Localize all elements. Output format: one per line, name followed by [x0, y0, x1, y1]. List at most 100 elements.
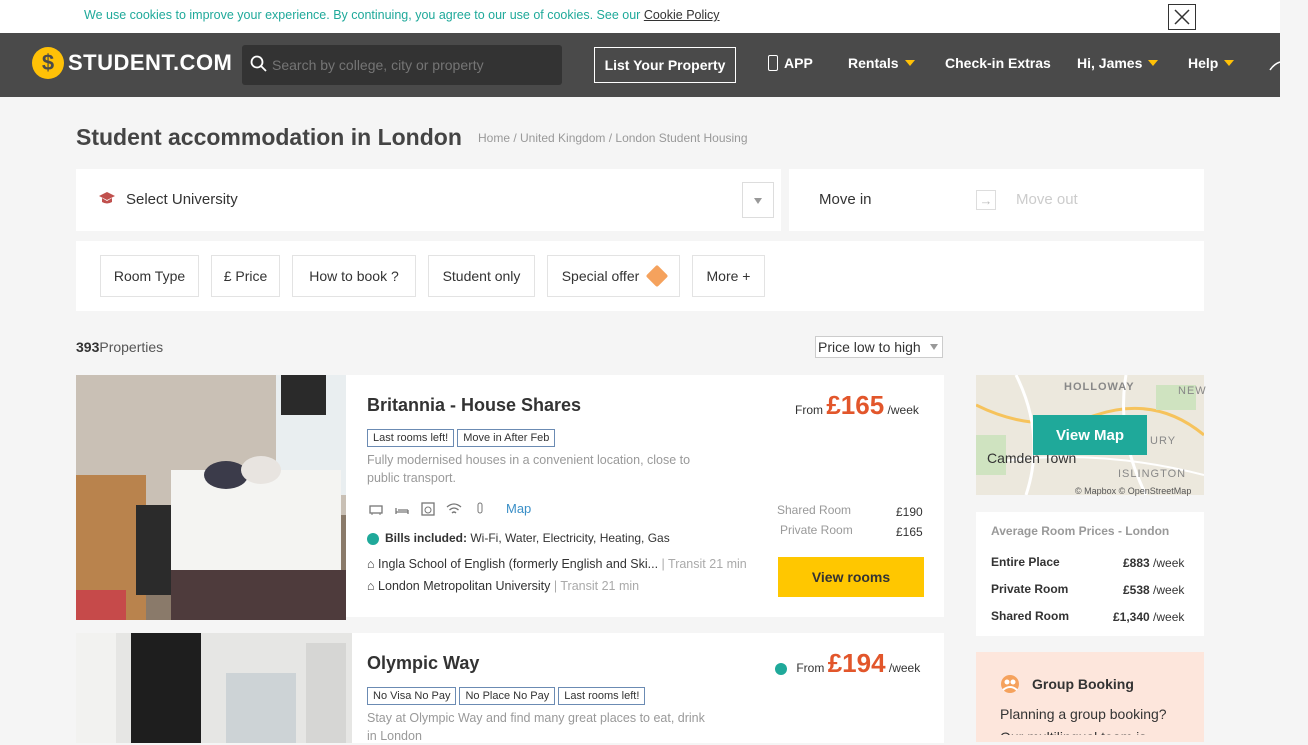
- site-logo[interactable]: $ STUDENT.COM: [32, 47, 232, 79]
- bills-included: Bills included: Wi-Fi, Water, Electricit…: [367, 531, 670, 545]
- tag-icon: [645, 264, 669, 288]
- badge: No Place No Pay: [459, 687, 556, 705]
- avg-room-type: Private Room: [991, 582, 1069, 596]
- bed-icon: [395, 508, 409, 514]
- rentals-menu[interactable]: Rentals: [848, 55, 915, 71]
- bedroom-photo: [76, 375, 346, 620]
- per-week: /week: [887, 403, 919, 417]
- group-booking-text: Our multilingual team is: [1000, 729, 1146, 735]
- close-icon: [1174, 9, 1190, 25]
- price-value: £165: [826, 390, 885, 420]
- list-property-button[interactable]: List Your Property: [594, 47, 736, 83]
- school-transit: ⌂ London Metropolitan University | Trans…: [367, 579, 639, 593]
- group-booking-question: Planning a group booking?: [1000, 706, 1167, 722]
- price-filter[interactable]: £ Price: [211, 255, 280, 297]
- checkin-label: Check-in Extras: [945, 55, 1051, 71]
- property-count: 393Properties: [76, 339, 163, 355]
- group-icon: [1001, 675, 1019, 693]
- sort-label: Price low to high: [818, 339, 921, 355]
- school-name: London Metropolitan University: [378, 579, 551, 593]
- avg-price-value: £538: [1123, 583, 1150, 597]
- school-transit: ⌂ Ingla School of English (formerly Engl…: [367, 557, 747, 571]
- offer-icon: [775, 662, 787, 675]
- cookie-policy-link[interactable]: Cookie Policy: [644, 8, 720, 22]
- badge: Last rooms left!: [558, 687, 646, 705]
- badge: Last rooms left!: [367, 429, 455, 447]
- badge-list: No Visa No Pay No Place No Pay Last rooms …: [367, 686, 648, 705]
- price-from: From £194 /week: [775, 648, 920, 679]
- map-attribution[interactable]: © Mapbox © OpenStreetMap: [1075, 486, 1191, 496]
- chevron-down-icon: [930, 344, 938, 350]
- property-description: Fully modernised houses in a convenient …: [367, 453, 691, 485]
- logo-icon: $: [32, 47, 64, 79]
- property-name[interactable]: Britannia - House Shares: [367, 395, 581, 416]
- user-menu[interactable]: Hi, James: [1077, 55, 1159, 71]
- property-photo[interactable]: [76, 375, 346, 620]
- avg-room-type: Shared Room: [991, 609, 1070, 623]
- cookie-close-button[interactable]: [1168, 4, 1196, 30]
- room-type-filter[interactable]: Room Type: [100, 255, 199, 297]
- from-label: From: [795, 403, 823, 417]
- thermometer-icon: [477, 502, 483, 514]
- group-booking-title: Group Booking: [1032, 676, 1134, 692]
- view-rooms-button[interactable]: View rooms: [778, 557, 924, 597]
- badge-list: Last rooms left! Move in After Feb: [367, 428, 558, 447]
- bills-list: Wi-Fi, Water, Electricity, Heating, Gas: [470, 531, 670, 545]
- app-link[interactable]: APP: [768, 55, 813, 71]
- washer-icon: [421, 502, 435, 516]
- search-input[interactable]: [272, 54, 504, 76]
- graduation-cap-icon: [99, 192, 115, 204]
- property-name[interactable]: Olympic Way: [367, 653, 479, 674]
- help-menu[interactable]: Help: [1188, 55, 1235, 71]
- view-map-button[interactable]: View Map: [1033, 415, 1147, 455]
- per-week: /week: [1153, 583, 1185, 597]
- university-dropdown[interactable]: [742, 182, 774, 218]
- room-price: £190: [896, 505, 923, 519]
- price-value: £194: [827, 648, 886, 678]
- user-label: Hi, James: [1077, 55, 1143, 71]
- chevron-down-icon: [1224, 60, 1235, 66]
- school-name: Ingla School of English (formerly Englis…: [378, 557, 659, 571]
- graduation-cap-icon: ⌂: [367, 557, 375, 571]
- property-photo[interactable]: [76, 633, 352, 743]
- rentals-label: Rentals: [848, 55, 899, 71]
- graduation-cap-icon: ⌂: [367, 579, 375, 593]
- special-offer-filter[interactable]: Special offer: [547, 255, 680, 297]
- property-description: Stay at Olympic Way and find many great …: [367, 711, 705, 743]
- avg-price-value: £1,340: [1113, 610, 1150, 624]
- move-out-field[interactable]: Move out: [1016, 191, 1078, 208]
- avg-price-value: £883: [1123, 556, 1150, 570]
- move-in-field[interactable]: Move in: [819, 191, 872, 208]
- avg-room-type: Entire Place: [991, 555, 1060, 569]
- phone-icon: [768, 55, 778, 71]
- per-week: /week: [888, 661, 921, 675]
- more-filter[interactable]: More +: [692, 255, 765, 297]
- search-bar: [242, 45, 562, 85]
- link-icon[interactable]: [1268, 58, 1282, 74]
- chevron-down-icon: [904, 60, 915, 66]
- checkin-extras-link[interactable]: Check-in Extras: [945, 55, 1051, 71]
- student-only-filter[interactable]: Student only: [428, 255, 535, 297]
- help-label: Help: [1188, 55, 1219, 71]
- room-type-label: Shared Room: [777, 503, 852, 517]
- special-offer-label: Special offer: [561, 268, 640, 284]
- cookie-message: We use cookies to improve your experienc…: [84, 8, 641, 22]
- price-from: From £165 /week: [795, 390, 919, 421]
- bills-label: Bills included:: [385, 531, 468, 545]
- how-to-book-filter[interactable]: How to book ?: [292, 255, 416, 297]
- avg-room-price: £1,340 /week: [1113, 610, 1184, 624]
- chevron-down-icon: [754, 198, 762, 204]
- room-price: £165: [896, 525, 923, 539]
- map-link[interactable]: Map: [506, 501, 531, 516]
- badge: No Visa No Pay: [367, 687, 457, 705]
- room-type-label: Private Room: [780, 523, 853, 537]
- count-label: Properties: [99, 339, 164, 355]
- transit-time: | Transit 21 min: [553, 579, 640, 593]
- cookie-banner: We use cookies to improve your experienc…: [0, 0, 1280, 33]
- breadcrumb[interactable]: Home / United Kingdom / London Student H…: [478, 131, 748, 145]
- from-label: From: [796, 661, 825, 675]
- chevron-down-icon: [1148, 60, 1159, 66]
- select-university[interactable]: Select University: [126, 191, 238, 208]
- badge: Move in After Feb: [457, 429, 556, 447]
- sort-dropdown[interactable]: Price low to high: [815, 336, 943, 358]
